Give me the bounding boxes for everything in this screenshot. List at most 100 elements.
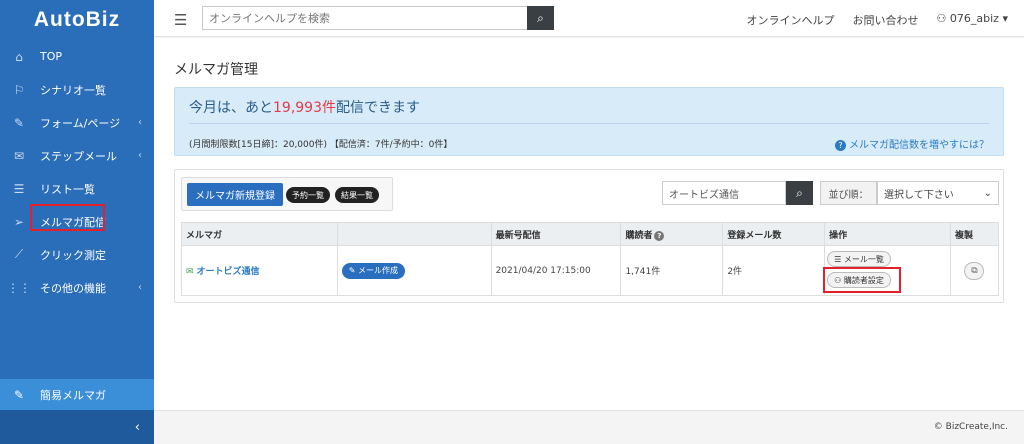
action-button-group: メルマガ新規登録 予約一覧 結果一覧 [181,177,393,211]
reserve-list-button[interactable]: 予約一覧 [286,187,330,203]
user-menu[interactable]: ⚇ 076_abiz ▾ [937,12,1008,28]
user-icon: ⚇ [936,12,947,25]
top-bar: ☰ ⌕ オンラインヘルプ お問い合わせ ⚇ 076_abiz ▾ [154,0,1024,37]
page-title: メルマガ管理 [174,62,258,78]
pencil-icon: ✎ [13,387,25,402]
copy-button[interactable]: ⧉ [964,261,985,280]
quota-suffix: 配信できます [336,100,420,116]
chevron-left-icon: ‹ [134,419,140,435]
cell-copy: ⧉ [949,245,1000,296]
col-latest: 最新号配信 [490,222,622,246]
top-links: オンラインヘルプ お問い合わせ ⚇ 076_abiz ▾ [747,12,1008,28]
sidebar-item-label: ステップメール [40,149,117,163]
sidebar-item-top[interactable]: ⌂ TOP [0,40,154,73]
quota-info-box: 今月は、あと19,993件配信できます (月間制限数[15日締]：20,000件… [174,87,1004,156]
mail-list-button[interactable]: ☰ メール一覧 [827,251,891,267]
envelope-icon: ✉ [186,267,194,277]
highlight-box [823,267,902,293]
sidebar-item-list[interactable]: ☰ リスト一覧 [0,172,154,205]
quota-headline: 今月は、あと19,993件配信できます [189,97,420,117]
cell-name: ✉ オートビズ通信 [181,245,338,296]
mailmag-name: オートビズ通信 [196,267,260,277]
app-logo[interactable]: AutoBiz [0,0,154,40]
create-mail-button[interactable]: ✎ メール作成 [341,262,406,279]
search-icon: ⌕ [537,10,544,25]
sidebar-item-stepmail[interactable]: ✉ ステップメール ‹ [0,139,154,172]
chevron-left-icon: ‹ [138,282,142,293]
main-content: メルマガ管理 今月は、あと19,993件配信できます (月間制限数[15日締]：… [154,38,1024,410]
sidebar-item-click[interactable]: ⟋ クリック測定 [0,238,154,271]
sidebar-item-label: シナリオ一覧 [40,83,106,97]
menu-icon[interactable]: ☰ [174,11,187,29]
cell-latest: 2021/04/20 17:15:00 [490,245,622,296]
quota-detail: (月間制限数[15日締]：20,000件) 【配信済：7件/予約中：0件】 [189,140,453,150]
help-search-button[interactable]: ⌕ [527,6,554,30]
mailmag-panel: メルマガ新規登録 予約一覧 結果一覧 オートビズ通信 ⌕ 並び順： 選択して下さ… [174,169,1004,303]
chevron-left-icon: ‹ [138,150,142,161]
increase-quota-label: メルマガ配信数を増やすには？ [849,140,989,151]
cell-subscribers: 1,741件 [620,245,724,296]
mailmag-table: メルマガ 最新号配信 購読者? 登録メール数 操作 複製 ✉ オートビズ通信 ✎ … [181,222,1000,296]
result-list-button[interactable]: 結果一覧 [335,187,379,203]
table-header-row: メルマガ 最新号配信 購読者? 登録メール数 操作 複製 [181,222,1000,246]
sidebar-item-label: フォーム/ページ [40,116,121,130]
table-row: ✉ オートビズ通信 ✎ メール作成 2021/04/20 17:15:00 1,7… [181,245,1000,296]
online-help-link[interactable]: オンラインヘルプ [747,12,835,28]
sort-selected-value: 選択して下さい [884,189,954,201]
divider [189,123,989,124]
cell-mail-count: 2件 [722,245,826,296]
home-icon: ⌂ [15,49,23,64]
copyright: © BizCreate,Inc. [933,422,1008,432]
help-search: ⌕ [202,6,554,30]
envelope-icon: ✉ [13,148,25,163]
sidebar-collapse-button[interactable]: ‹ [0,410,154,444]
sidebar-item-scenario[interactable]: ⚐ シナリオ一覧 [0,73,154,106]
sort-label: 並び順： [820,181,877,205]
sidebar: AutoBiz ⌂ TOP ⚐ シナリオ一覧 ✎ フォーム/ページ ‹ ✉ ステ… [0,0,154,444]
operations-wrap: ☰ メール一覧 ⚇ 購読者設定 [823,246,950,295]
cell-create: ✎ メール作成 [336,245,492,296]
question-icon: ? [835,140,846,151]
mailmag-filter-input[interactable]: オートビズ通信 [662,181,786,205]
col-action [336,222,492,246]
contact-link[interactable]: お問い合わせ [853,12,919,28]
quota-count: 19,993件 [273,100,336,116]
col-subscribers-label: 購読者 [625,230,653,241]
user-name: 076_abiz [949,12,999,25]
sidebar-item-form[interactable]: ✎ フォーム/ページ ‹ [0,106,154,139]
grid-icon: ⋮⋮ [7,280,31,295]
mailmag-name-link[interactable]: ✉ オートビズ通信 [186,267,260,277]
sidebar-item-simple-mailmag[interactable]: ✎ 簡易メルマガ [0,379,154,410]
sidebar-item-label: その他の機能 [40,281,106,295]
col-mail-count: 登録メール数 [722,222,826,246]
filter-search-button[interactable]: ⌕ [786,181,813,205]
quota-prefix: 今月は、あと [189,100,273,116]
question-icon[interactable]: ? [654,230,665,241]
caret-down-icon: ▾ [1002,12,1008,25]
footer: © BizCreate,Inc. [154,410,1024,444]
col-subscribers: 購読者? [620,222,724,246]
sidebar-item-label: クリック測定 [40,248,106,262]
chart-icon: ⟋ [14,247,24,261]
col-copy: 複製 [949,222,1000,246]
increase-quota-link[interactable]: ? メルマガ配信数を増やすには？ [835,136,989,151]
send-icon: ➢ [13,214,25,229]
col-operations: 操作 [824,222,951,246]
flag-icon: ⚐ [13,82,25,97]
sidebar-nav: ⌂ TOP ⚐ シナリオ一覧 ✎ フォーム/ページ ‹ ✉ ステップメール ‹ … [0,40,154,304]
help-search-input[interactable] [202,6,527,30]
chevron-down-icon: ⌄ [983,187,992,199]
pencil-icon: ✎ [13,115,25,130]
new-mailmag-button[interactable]: メルマガ新規登録 [187,183,283,206]
copy-icon: ⧉ [971,265,978,276]
col-mailmag: メルマガ [181,222,338,246]
sidebar-item-label: TOP [40,50,63,63]
search-icon: ⌕ [796,185,803,200]
chevron-left-icon: ‹ [138,117,142,128]
list-icon: ☰ [13,181,25,196]
highlight-box [30,204,105,231]
cell-operations: ☰ メール一覧 ⚇ 購読者設定 [823,245,951,296]
sidebar-item-other[interactable]: ⋮⋮ その他の機能 ‹ [0,271,154,304]
sort-select[interactable]: 選択して下さい ⌄ [877,181,999,205]
sidebar-item-label: 簡易メルマガ [40,388,106,402]
